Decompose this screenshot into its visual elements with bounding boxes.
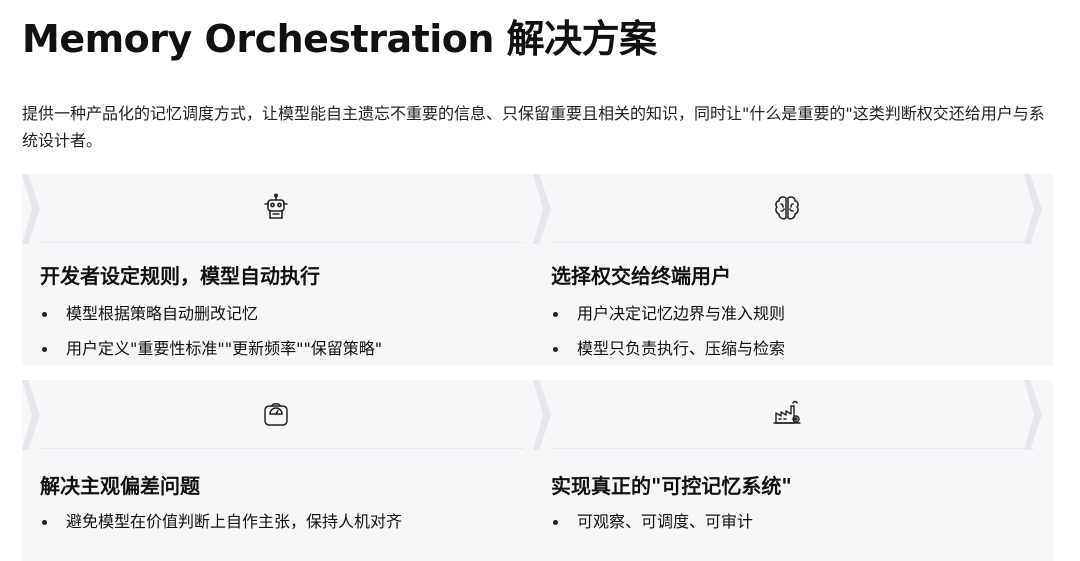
- chevron-decoration: [533, 380, 551, 450]
- card-divider: [40, 448, 524, 449]
- card-divider: [551, 242, 1035, 243]
- card-developer-rules: 开发者设定规则，模型自动执行 模型根据策略自动删改记忆 用户定义"重要性标准""…: [22, 174, 542, 366]
- page-description: 提供一种产品化的记忆调度方式，让模型能自主遗忘不重要的信息、只保留重要且相关的知…: [22, 104, 1045, 150]
- card-bullet-list: 用户决定记忆边界与准入规则 模型只负责执行、压缩与检索: [551, 302, 785, 366]
- chevron-decoration: [533, 174, 551, 244]
- card-title: 解决主观偏差问题: [40, 474, 200, 498]
- card-bullet-list: 模型根据策略自动删改记忆 用户定义"重要性标准""更新频率""保留策略": [40, 302, 382, 366]
- page-title: Memory Orchestration 解决方案: [22, 17, 657, 61]
- list-item: 用户决定记忆边界与准入规则: [551, 302, 785, 337]
- robot-icon: [260, 192, 292, 224]
- chevron-decoration: [1024, 380, 1042, 450]
- brain-icon: [771, 192, 803, 224]
- card-title: 选择权交给终端用户: [551, 264, 731, 288]
- chevron-decoration: [1024, 174, 1042, 244]
- card-bias: 解决主观偏差问题 避免模型在价值判断上自作主张，保持人机对齐: [22, 380, 542, 561]
- chevron-decoration: [22, 380, 40, 450]
- chevron-decoration: [22, 174, 40, 244]
- card-controllable-memory: 实现真正的"可控记忆系统" 可观察、可调度、可审计: [533, 380, 1053, 561]
- card-title: 开发者设定规则，模型自动执行: [40, 264, 320, 288]
- scale-icon: [260, 398, 292, 430]
- card-divider: [551, 448, 1035, 449]
- list-item: 模型只负责执行、压缩与检索: [551, 337, 785, 366]
- card-bullet-list: 可观察、可调度、可审计: [551, 510, 753, 545]
- list-item: 模型根据策略自动删改记忆: [40, 302, 382, 337]
- list-item: 避免模型在价值判断上自作主张，保持人机对齐: [40, 510, 402, 545]
- list-item: 用户定义"重要性标准""更新频率""保留策略": [40, 337, 382, 366]
- card-user-choice: 选择权交给终端用户 用户决定记忆边界与准入规则 模型只负责执行、压缩与检索: [533, 174, 1053, 366]
- factory-icon: [771, 398, 803, 430]
- card-divider: [40, 242, 524, 243]
- card-bullet-list: 避免模型在价值判断上自作主张，保持人机对齐: [40, 510, 402, 545]
- list-item: 可观察、可调度、可审计: [551, 510, 753, 545]
- card-title: 实现真正的"可控记忆系统": [551, 474, 792, 498]
